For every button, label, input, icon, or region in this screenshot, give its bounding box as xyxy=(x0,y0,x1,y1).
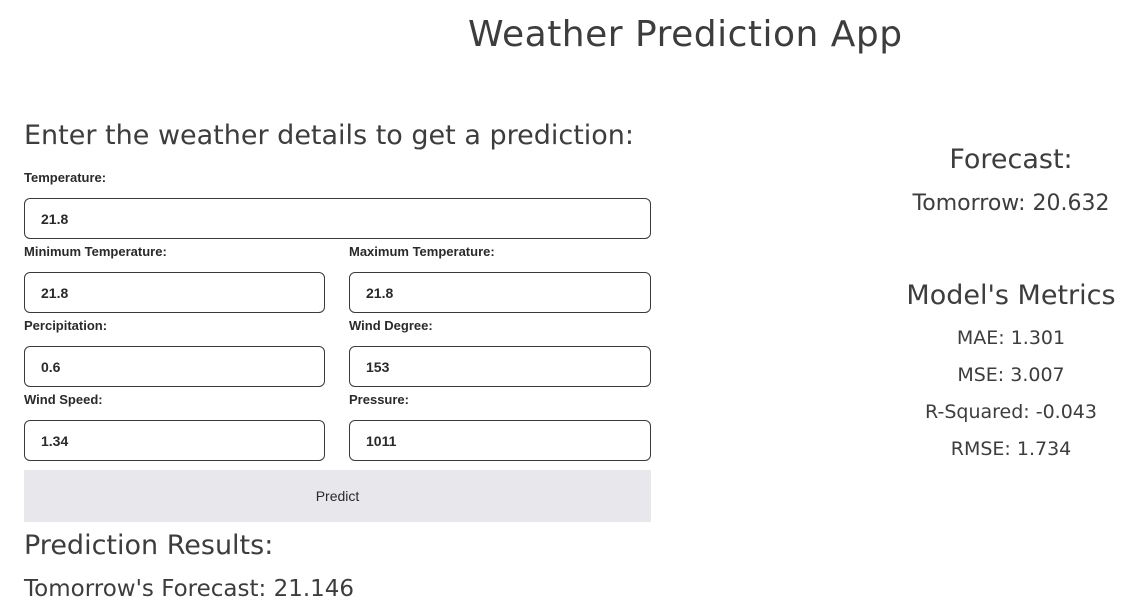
metric-r-squared: R-Squared: -0.043 xyxy=(925,401,1097,423)
metric-mse: MSE: 3.007 xyxy=(957,364,1065,386)
metrics-heading: Model's Metrics xyxy=(906,280,1116,311)
wind-speed-input[interactable] xyxy=(24,420,325,461)
form-heading: Enter the weather details to get a predi… xyxy=(24,120,635,151)
app-title: Weather Prediction App xyxy=(468,14,903,55)
forecast-heading: Forecast: xyxy=(949,144,1073,175)
wind-degree-input[interactable] xyxy=(349,346,651,387)
precipitation-input[interactable] xyxy=(24,346,325,387)
max-temperature-input[interactable] xyxy=(349,272,651,313)
wind-degree-label: Wind Degree: xyxy=(349,318,433,333)
pressure-label: Pressure: xyxy=(349,392,409,407)
results-heading: Prediction Results: xyxy=(24,530,274,561)
min-temperature-label: Minimum Temperature: xyxy=(24,244,167,259)
metric-mae: MAE: 1.301 xyxy=(956,327,1066,349)
tomorrow-forecast-result: Tomorrow's Forecast: 21.146 xyxy=(24,576,355,602)
metric-rmse: RMSE: 1.734 xyxy=(950,438,1072,460)
max-temperature-label: Maximum Temperature: xyxy=(349,244,495,259)
temperature-input[interactable] xyxy=(24,198,651,239)
temperature-label: Temperature: xyxy=(24,170,107,185)
wind-speed-label: Wind Speed: xyxy=(24,392,103,407)
min-temperature-input[interactable] xyxy=(24,272,325,313)
pressure-input[interactable] xyxy=(349,420,651,461)
precipitation-label: Percipitation: xyxy=(24,318,108,333)
predict-button[interactable]: Predict xyxy=(24,470,651,522)
forecast-tomorrow: Tomorrow: 20.632 xyxy=(912,191,1110,216)
